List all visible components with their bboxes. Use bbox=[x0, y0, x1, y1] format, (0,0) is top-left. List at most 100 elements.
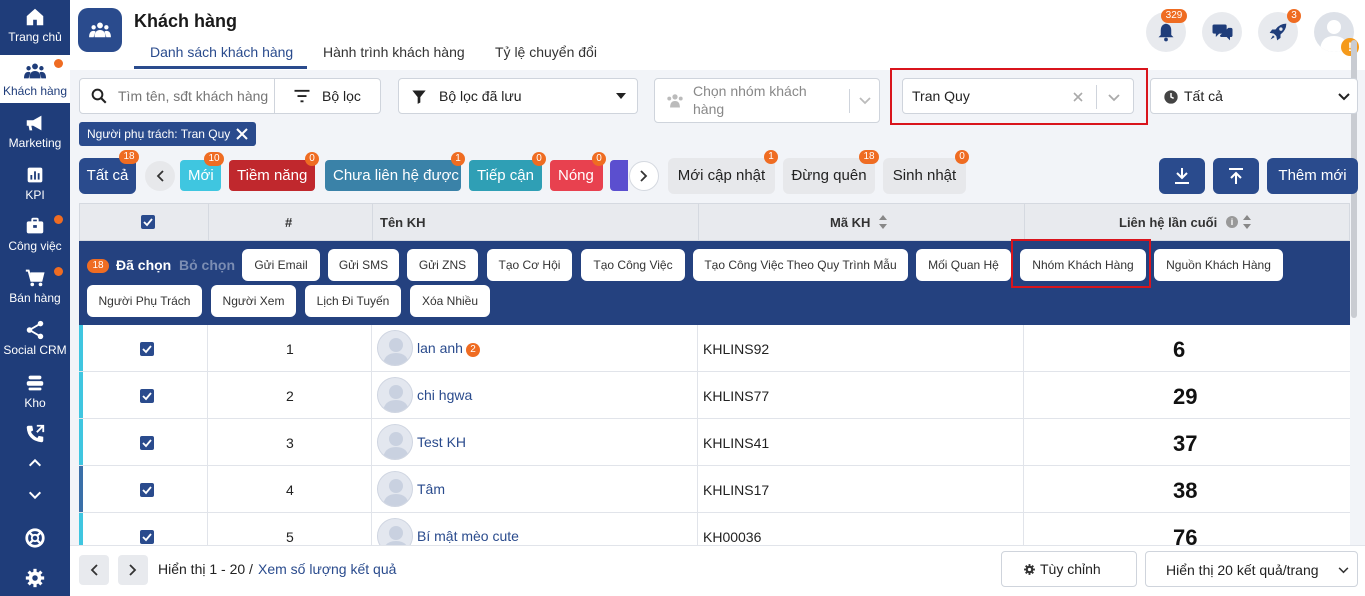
customer-group-select[interactable]: Chọn nhóm khách hàng bbox=[654, 78, 880, 123]
send-zns-button[interactable]: Gửi ZNS bbox=[407, 249, 478, 281]
saved-filter-select[interactable]: Bộ lọc đã lưu bbox=[398, 78, 638, 114]
table-row[interactable]: 1 lan anh 2 KHLINS92 6 bbox=[79, 325, 1350, 372]
tag-approach[interactable]: Tiếp cận bbox=[469, 160, 542, 191]
tag-label: Tiềm năng bbox=[237, 167, 308, 184]
customer-name-link[interactable]: lan anh bbox=[417, 340, 463, 356]
sidebar-item-home[interactable]: Trang chủ bbox=[0, 6, 70, 50]
table-row[interactable]: 2 chi hgwa KHLINS77 29 bbox=[79, 372, 1350, 419]
tag-label: Tiếp cận bbox=[477, 167, 534, 184]
tag-label: Chưa liên hệ được bbox=[333, 167, 459, 184]
active-tab-indicator bbox=[134, 66, 307, 69]
users-icon bbox=[89, 22, 111, 38]
viewer-button[interactable]: Người Xem bbox=[211, 285, 296, 317]
tab-customer-list[interactable]: Danh sách khách hàng bbox=[150, 44, 293, 60]
customer-group-placeholder: Chọn nhóm khách hàng bbox=[693, 83, 807, 117]
relationship-button[interactable]: Mối Quan Hệ bbox=[916, 249, 1011, 281]
filter-button[interactable]: Bộ lọc bbox=[275, 79, 381, 113]
status-stripe bbox=[79, 372, 83, 418]
sidebar-item-social-crm[interactable]: Social CRM bbox=[0, 319, 70, 359]
table-row[interactable]: 5 Bí mật mèo cute KH00036 76 bbox=[79, 513, 1350, 545]
sidebar-item-calls[interactable] bbox=[0, 423, 70, 447]
customize-button[interactable]: Tùy chỉnh bbox=[1001, 551, 1137, 587]
tag-birthday[interactable]: Sinh nhật bbox=[883, 158, 966, 194]
customer-name-link[interactable]: Tâm bbox=[417, 481, 445, 497]
tag-not-contacted[interactable]: Chưa liên hệ được bbox=[325, 160, 461, 191]
tab-customer-journey[interactable]: Hành trình khách hàng bbox=[323, 44, 465, 60]
row-checkbox[interactable] bbox=[140, 389, 154, 403]
customer-code: KHLINS77 bbox=[703, 388, 770, 404]
select-all-checkbox[interactable] bbox=[141, 215, 155, 229]
tag-next-hidden[interactable] bbox=[610, 160, 628, 191]
messages-button[interactable] bbox=[1202, 12, 1242, 52]
create-task-template-button[interactable]: Tạo Công Việc Theo Quy Trình Mẫu bbox=[693, 249, 908, 281]
tag-potential[interactable]: Tiềm năng bbox=[229, 160, 315, 191]
tag-recently-updated[interactable]: Mới cập nhật bbox=[668, 158, 775, 194]
header-last-contact[interactable]: Liên hệ lần cuối bbox=[1119, 215, 1217, 230]
customer-name-link[interactable]: chi hgwa bbox=[417, 387, 472, 403]
search-input[interactable] bbox=[118, 86, 268, 106]
sidebar-item-tasks[interactable]: Công việc bbox=[0, 215, 70, 255]
tags-prev-button[interactable] bbox=[145, 161, 175, 191]
tag-dont-forget[interactable]: Đừng quên bbox=[783, 158, 875, 194]
table-row[interactable]: 3 Test KH KHLINS41 37 bbox=[79, 419, 1350, 466]
time-range-select[interactable]: Tất cả bbox=[1150, 78, 1358, 114]
upload-button[interactable] bbox=[1213, 158, 1259, 194]
saved-filter-label: Bộ lọc đã lưu bbox=[439, 88, 522, 104]
prev-page-button[interactable] bbox=[79, 555, 109, 585]
caret-down-icon bbox=[616, 93, 626, 99]
row-checkbox[interactable] bbox=[140, 483, 154, 497]
scroll-up-button[interactable] bbox=[0, 455, 70, 475]
clear-icon[interactable] bbox=[1073, 92, 1083, 102]
table-row[interactable]: 4 Tâm KHLINS17 38 bbox=[79, 466, 1350, 513]
owner-value: Tran Quy bbox=[912, 88, 970, 104]
owner-button[interactable]: Người Phụ Trách bbox=[87, 285, 202, 317]
close-icon[interactable] bbox=[236, 128, 249, 140]
tab-conversion-rate[interactable]: Tỷ lệ chuyển đổi bbox=[495, 44, 597, 60]
sidebar-item-sales[interactable]: Bán hàng bbox=[0, 267, 70, 307]
tags-next-button[interactable] bbox=[629, 161, 659, 191]
customer-name-link[interactable]: Bí mật mèo cute bbox=[417, 528, 519, 544]
per-page-select[interactable]: Hiển thị 20 kết quả/trang bbox=[1145, 551, 1358, 587]
sidebar-item-warehouse[interactable]: Kho bbox=[0, 372, 70, 412]
settings-button[interactable] bbox=[0, 567, 70, 591]
delete-many-button[interactable]: Xóa Nhiều bbox=[410, 285, 490, 317]
filter-lines-icon bbox=[294, 89, 310, 103]
sidebar-item-marketing[interactable]: Marketing bbox=[0, 112, 70, 152]
header-code[interactable]: Mã KH bbox=[830, 215, 870, 230]
customize-label: Tùy chỉnh bbox=[1040, 561, 1101, 577]
sort-icon[interactable] bbox=[1242, 214, 1252, 230]
send-email-button[interactable]: Gửi Email bbox=[242, 249, 320, 281]
funnel-icon bbox=[412, 90, 426, 104]
tag-count: 10 bbox=[204, 152, 224, 166]
tag-label: Mới bbox=[188, 167, 214, 184]
pagination-footer: Hiển thị 1 - 20 / Xem số lượng kết quả T… bbox=[70, 545, 1365, 596]
notification-count-badge: 329 bbox=[1161, 9, 1187, 23]
send-sms-button[interactable]: Gửi SMS bbox=[328, 249, 399, 281]
customer-name-link[interactable]: Test KH bbox=[417, 434, 466, 450]
scroll-down-button[interactable] bbox=[0, 487, 70, 507]
per-page-value: Hiển thị 20 kết quả/trang bbox=[1166, 562, 1319, 578]
row-checkbox[interactable] bbox=[140, 342, 154, 356]
divider bbox=[849, 89, 850, 113]
sidebar-item-label: Bán hàng bbox=[9, 291, 61, 305]
notification-dot bbox=[54, 267, 63, 276]
download-button[interactable] bbox=[1159, 158, 1205, 194]
sort-icon[interactable] bbox=[878, 214, 888, 230]
owner-select[interactable]: Tran Quy bbox=[902, 78, 1134, 114]
sidebar-item-customers[interactable]: Khách hàng bbox=[0, 55, 70, 103]
add-new-button[interactable]: Thêm mới bbox=[1267, 158, 1358, 194]
customer-source-button[interactable]: Nguồn Khách Hàng bbox=[1154, 249, 1283, 281]
next-page-button[interactable] bbox=[118, 555, 148, 585]
sidebar-item-kpi[interactable]: KPI bbox=[0, 164, 70, 204]
route-schedule-button[interactable]: Lịch Đi Tuyến bbox=[305, 285, 401, 317]
deselect-button[interactable]: Bỏ chọn bbox=[179, 257, 235, 273]
support-button[interactable] bbox=[0, 527, 70, 551]
gear-icon bbox=[1024, 564, 1035, 575]
create-opportunity-button[interactable]: Tạo Cơ Hội bbox=[487, 249, 572, 281]
view-count-link[interactable]: Xem số lượng kết quả bbox=[258, 561, 396, 577]
tag-count: 0 bbox=[592, 152, 606, 166]
row-checkbox[interactable] bbox=[140, 436, 154, 450]
row-checkbox[interactable] bbox=[140, 530, 154, 544]
create-task-button[interactable]: Tạo Công Việc bbox=[581, 249, 685, 281]
customer-group-button[interactable]: Nhóm Khách Hàng bbox=[1020, 249, 1146, 281]
